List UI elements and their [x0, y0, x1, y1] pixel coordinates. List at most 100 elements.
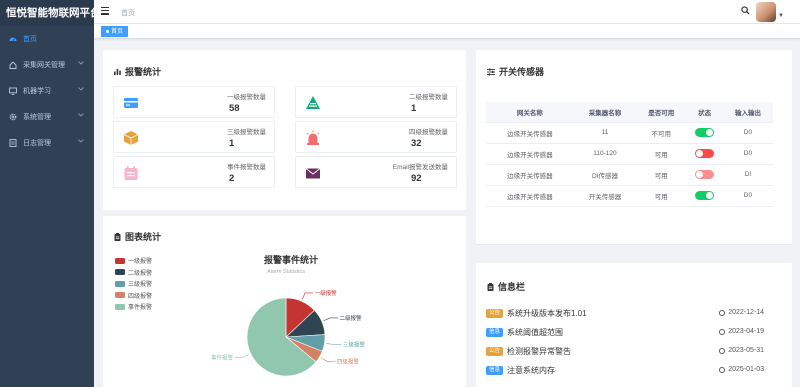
date-text: 2025-01-03 [728, 366, 764, 373]
sidebar-item-0[interactable]: 首页 [0, 26, 94, 52]
pie-slice-label: 事件报警 [211, 353, 234, 361]
toggle-knob [696, 171, 704, 178]
stat-email[interactable]: Email报警发送数量 92 [295, 156, 457, 188]
chart-subtitle: Alarm Statistics [267, 269, 305, 275]
chevron-down-icon [78, 113, 84, 119]
pie-label-line [321, 357, 336, 362]
alarm-stats-card: 报警统计 一级报警数量 58 二级报警数量 1 三级报警数量 1 四级报警数量 … [103, 50, 466, 210]
sidebar-item-4[interactable]: 日志管理 [0, 130, 94, 156]
stat-label: 事件报警数量 [227, 164, 266, 171]
legend-label: 四级报警 [128, 293, 153, 300]
info-date: 2023-04-19 [719, 328, 764, 335]
list-item[interactable]: 信息 注意系统内存 2025-01-03 [486, 363, 770, 377]
toggle-knob [706, 192, 714, 199]
table-cell: 开关传感器 [573, 185, 637, 207]
status-toggle[interactable] [695, 170, 715, 179]
status-toggle[interactable] [695, 128, 715, 137]
stat-level1[interactable]: 一级报警数量 58 [113, 86, 275, 118]
stat-level2[interactable]: 二级报警数量 1 [295, 86, 457, 118]
column-header: 网关名称 [486, 102, 574, 123]
status-badge: 信息 [486, 327, 504, 337]
pie-label-line [234, 354, 250, 358]
switch-sensors-title: 开关传感器 [487, 65, 544, 78]
sidebar-item-label: 系统管理 [23, 114, 51, 121]
sidebar-item-2[interactable]: 机器学习 [0, 78, 94, 104]
chart-legend: 一级报警 二级报警 三级报警四级报警事件报警 [115, 255, 152, 313]
stat-level4[interactable]: 四级报警数量 32 [295, 121, 457, 153]
status-cell [686, 185, 723, 207]
status-badge: 公告 [486, 308, 504, 318]
legend-item[interactable]: 一级报警 [115, 255, 152, 267]
info-card: 信息栏 公告 系统升级版本发布1.01 2022-12-14 信息 系统阈值超范围 202… [476, 263, 792, 387]
status-toggle[interactable] [695, 191, 715, 200]
table-cell: DI传感器 [573, 164, 637, 186]
alarm-stats-title: 报警统计 [114, 65, 161, 78]
hamburger-icon[interactable] [101, 7, 109, 16]
date-text: 2023-04-19 [728, 328, 764, 335]
sidebar-item-3[interactable]: 系统管理 [0, 104, 94, 130]
table-cell: 边缘开关传感器 [486, 122, 574, 144]
legend-swatch [115, 303, 125, 310]
toggle-knob [706, 129, 714, 136]
table-cell: D0 [722, 122, 773, 144]
stat-value: 92 [411, 173, 422, 184]
box-icon [123, 131, 139, 145]
chevron-down-icon[interactable]: ▼ [778, 13, 784, 19]
info-date: 2025-01-03 [719, 366, 764, 373]
pie-label-line [326, 343, 342, 345]
table-header-row: 网关名称 采集器名称 是否可用 状态 输入输出 [486, 102, 773, 123]
chevron-down-icon [78, 61, 84, 67]
legend-swatch [115, 269, 125, 276]
info-text: 检测报警异常警告 [507, 346, 572, 356]
table-cell: 可用 [636, 143, 687, 165]
chevron-down-icon [78, 87, 84, 93]
table-cell: DI [722, 164, 773, 186]
clock-icon [719, 328, 726, 335]
toggle-knob [696, 150, 704, 157]
list-item[interactable]: 信息 系统阈值超范围 2023-04-19 [486, 325, 770, 339]
pie-slice-label: 三级报警 [343, 341, 366, 349]
stat-value: 1 [229, 138, 235, 149]
sidebar: 恒悦智能物联网平台 首页采集网关管理机器学习系统管理日志管理 [0, 0, 94, 387]
legend-item[interactable]: 四级报警 [115, 290, 152, 302]
bar-chart-icon [114, 68, 121, 75]
status-toggle[interactable] [695, 149, 715, 158]
column-header: 是否可用 [636, 102, 687, 123]
stat-level3[interactable]: 三级报警数量 1 [113, 121, 275, 153]
stat-value: 32 [411, 138, 422, 149]
tags-view: 首页 [94, 24, 800, 39]
legend-item[interactable]: 三级报警 [115, 278, 152, 290]
navbar: 首页 ▼ [94, 0, 800, 24]
clock-icon [719, 309, 726, 316]
status-badge: 公告 [486, 346, 504, 356]
legend-item[interactable]: 二级报警 [115, 267, 152, 279]
log-icon [8, 139, 17, 148]
chart-title: 报警事件统计 [264, 254, 318, 265]
avatar[interactable] [756, 2, 776, 22]
clipboard-icon [487, 282, 494, 291]
pie-label-line [323, 317, 339, 321]
app-title: 恒悦智能物联网平台 [0, 0, 94, 26]
stat-label: 三级报警数量 [227, 129, 266, 136]
sidebar-item-1[interactable]: 采集网关管理 [0, 52, 94, 78]
alarm-light-icon [306, 130, 320, 145]
table-cell: D0 [722, 185, 773, 207]
table-cell: D0 [722, 143, 773, 165]
list-item[interactable]: 公告 检测报警异常警告 2023-05-31 [486, 344, 770, 358]
list-item[interactable]: 公告 系统升级版本发布1.01 2022-12-14 [486, 306, 770, 320]
search-icon[interactable] [741, 6, 750, 15]
table-row: 边缘开关传感器 110-120 可用 D0 [486, 143, 773, 165]
mail-icon [305, 168, 321, 179]
stat-event[interactable]: 事件报警数量 2 [113, 156, 275, 188]
calendar-icon [124, 166, 138, 180]
switch-sensor-table: 网关名称 采集器名称 是否可用 状态 输入输出 边缘开关传感器 11 不可用 D0 边缘… [486, 102, 773, 207]
sliders-icon [487, 68, 495, 76]
table-row: 边缘开关传感器 11 不可用 D0 [486, 122, 773, 144]
stat-label: 四级报警数量 [409, 129, 448, 136]
legend-label: 事件报警 [128, 305, 153, 312]
breadcrumb[interactable]: 首页 [121, 8, 135, 18]
legend-item[interactable]: 事件报警 [115, 301, 152, 313]
tag-home[interactable]: 首页 [101, 26, 129, 37]
pie-slice-label: 一级报警 [315, 289, 338, 297]
sidebar-item-label: 采集网关管理 [23, 62, 65, 69]
